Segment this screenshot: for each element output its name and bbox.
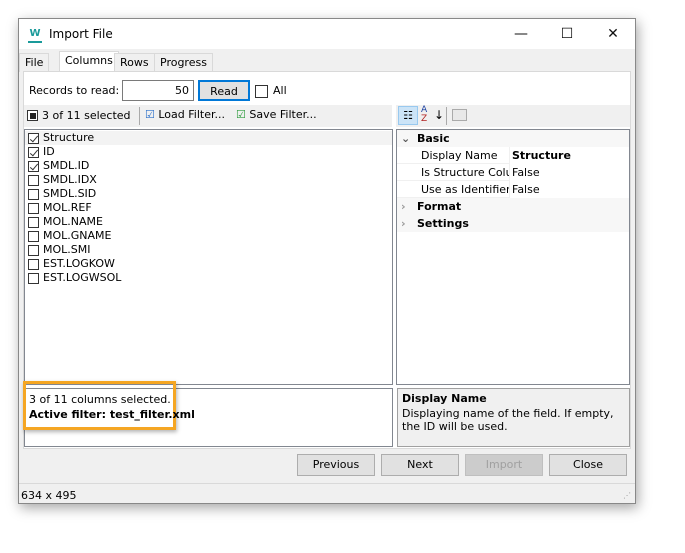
toolbar-divider: [446, 107, 447, 125]
column-name: Structure: [43, 131, 95, 144]
category-label: Format: [417, 200, 462, 213]
column-list-item[interactable]: EST.LOGWSOL: [25, 271, 392, 285]
help-box: Display Name Displaying name of the fiel…: [397, 388, 630, 447]
category-format[interactable]: › Format: [397, 198, 629, 215]
column-name: MOL.REF: [43, 201, 92, 214]
column-list-item[interactable]: SMDL.IDX: [25, 173, 392, 187]
column-name: MOL.NAME: [43, 215, 103, 228]
column-list-item[interactable]: MOL.SMI: [25, 243, 392, 257]
property-value[interactable]: Structure: [510, 147, 571, 164]
all-label: All: [273, 84, 287, 97]
column-checkbox[interactable]: [28, 188, 39, 200]
property-value[interactable]: False: [510, 164, 540, 181]
minimize-button[interactable]: —: [498, 19, 544, 49]
load-filter-button[interactable]: ☑ Load Filter...: [145, 108, 225, 121]
column-checkbox[interactable]: [28, 258, 39, 270]
category-label: Basic: [417, 132, 450, 145]
column-name: SMDL.ID: [43, 159, 90, 172]
save-filter-button[interactable]: ☑ Save Filter...: [236, 108, 317, 121]
property-name: Use as Identifier: [397, 181, 510, 198]
column-name: MOL.SMI: [43, 243, 91, 256]
save-filter-label: Save Filter...: [249, 108, 317, 121]
summary-selected-text: 3 of 11 columns selected.: [29, 393, 171, 406]
all-checkbox[interactable]: [255, 84, 268, 98]
column-checkbox[interactable]: [28, 216, 39, 228]
column-list-item[interactable]: MOL.REF: [25, 201, 392, 215]
column-list-item[interactable]: EST.LOGKOW: [25, 257, 392, 271]
chevron-down-icon: ⌄: [401, 132, 411, 145]
load-filter-icon: ☑: [145, 108, 155, 121]
column-name: SMDL.IDX: [43, 173, 97, 186]
chevron-right-icon: ›: [401, 200, 406, 213]
column-checkbox[interactable]: [28, 244, 39, 256]
app-icon: W: [28, 26, 42, 43]
previous-button[interactable]: Previous: [297, 454, 375, 476]
close-button[interactable]: Close: [549, 454, 627, 476]
column-checkbox[interactable]: [28, 202, 39, 214]
column-list-item[interactable]: SMDL.SID: [25, 187, 392, 201]
column-checkbox[interactable]: [28, 160, 39, 172]
column-checkbox[interactable]: [28, 174, 39, 186]
categorized-view-icon[interactable]: ☷: [398, 106, 418, 125]
window-title: Import File: [49, 27, 113, 41]
toolbar-divider: [139, 107, 140, 125]
column-list-item[interactable]: Structure: [25, 131, 392, 145]
column-name: ID: [43, 145, 55, 158]
category-settings[interactable]: › Settings: [397, 215, 629, 232]
column-list-item[interactable]: SMDL.ID: [25, 159, 392, 173]
help-title: Display Name: [402, 392, 487, 405]
column-checkbox[interactable]: [28, 132, 39, 144]
resize-grip-icon[interactable]: ⋰: [623, 491, 631, 500]
import-button: Import: [465, 454, 543, 476]
tab-rows[interactable]: Rows: [114, 53, 155, 72]
load-filter-label: Load Filter...: [158, 108, 225, 121]
column-checkbox[interactable]: [28, 146, 39, 158]
selected-count: 3 of 11 selected: [42, 109, 131, 122]
read-button[interactable]: Read: [198, 80, 250, 101]
category-label: Settings: [417, 217, 469, 230]
columns-list[interactable]: Structure ID SMDL.ID SMDL.IDX SMDL.SID MOL.RE…: [24, 129, 393, 385]
maximize-button[interactable]: ☐: [544, 19, 590, 49]
category-basic[interactable]: ⌄ Basic: [397, 130, 629, 147]
property-grid: ⌄ Basic Display Name Structure Is Structur…: [396, 129, 630, 385]
help-text: Displaying name of the field. If empty, …: [402, 407, 614, 433]
property-row[interactable]: Is Structure ColumnFalse: [397, 164, 629, 181]
property-toolbar: ☷ AZ ↓: [396, 105, 630, 127]
status-divider: [19, 483, 635, 484]
tab-columns[interactable]: Columns: [59, 51, 119, 72]
property-value[interactable]: False: [510, 181, 540, 198]
records-label: Records to read:: [29, 84, 120, 97]
property-name: Is Structure Column: [397, 164, 510, 181]
column-name: EST.LOGKOW: [43, 257, 115, 270]
column-name: MOL.GNAME: [43, 229, 112, 242]
columns-panel: Records to read: Read All 3 of 11 select…: [23, 71, 631, 449]
chevron-right-icon: ›: [401, 217, 406, 230]
property-row[interactable]: Use as Identifier False: [397, 181, 629, 198]
columns-toolbar: 3 of 11 selected ☑ Load Filter... ☑ Save…: [24, 105, 392, 127]
tab-file[interactable]: File: [19, 53, 50, 72]
column-name: SMDL.SID: [43, 187, 97, 200]
import-file-window: W Import File — ☐ ✕ File Columns Rows Pr…: [18, 18, 636, 504]
property-name: Display Name: [397, 147, 510, 164]
sort-arrow-icon: ↓: [434, 108, 445, 122]
column-list-item[interactable]: ID: [25, 145, 392, 159]
property-pages-icon: [452, 109, 467, 121]
select-all-toggle[interactable]: [27, 110, 38, 121]
status-size: 634 x 495: [21, 489, 77, 502]
save-filter-icon: ☑: [236, 108, 246, 121]
alphabetical-sort-icon[interactable]: AZ: [421, 106, 427, 124]
close-window-button[interactable]: ✕: [590, 19, 636, 49]
column-list-item[interactable]: MOL.NAME: [25, 215, 392, 229]
property-row[interactable]: Display Name Structure: [397, 147, 629, 164]
column-checkbox[interactable]: [28, 272, 39, 284]
column-name: EST.LOGWSOL: [43, 271, 122, 284]
records-to-read-input[interactable]: [122, 80, 194, 101]
column-list-item[interactable]: MOL.GNAME: [25, 229, 392, 243]
tab-progress[interactable]: Progress: [154, 53, 213, 72]
next-button[interactable]: Next: [381, 454, 459, 476]
active-filter-text: Active filter: test_filter.xml: [29, 408, 195, 421]
column-checkbox[interactable]: [28, 230, 39, 242]
title-bar: W Import File — ☐ ✕: [19, 19, 635, 49]
